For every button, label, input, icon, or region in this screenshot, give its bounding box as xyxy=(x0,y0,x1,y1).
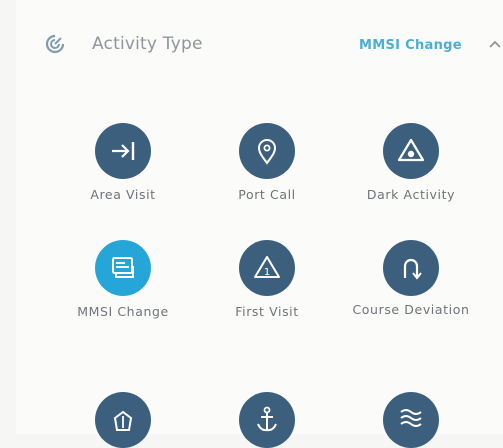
activity-type-header[interactable]: Activity Type MMSI Change xyxy=(16,0,503,95)
eye-triangle-icon xyxy=(397,138,425,162)
svg-text:1: 1 xyxy=(264,267,270,278)
u-turn-icon xyxy=(403,258,422,280)
tile-label: First Visit xyxy=(235,304,299,319)
warning-icon: 1 xyxy=(254,256,280,278)
id-card-icon xyxy=(112,257,134,278)
ship-icon xyxy=(113,410,133,431)
anchor-icon xyxy=(257,406,277,432)
tile-label: Dark Activity xyxy=(366,187,456,202)
tile-label: MMSI Change xyxy=(77,304,169,319)
radar-icon xyxy=(45,34,65,54)
activity-type-title: Activity Type xyxy=(92,34,203,54)
map-pin-icon xyxy=(257,139,277,165)
tile-label: Port Call xyxy=(238,187,296,202)
tile-label: Course Deviation xyxy=(352,302,470,317)
activity-type-panel: Activity Type MMSI Change Area Visit Por… xyxy=(16,0,503,448)
tile-label: Area Visit xyxy=(90,187,156,202)
waves-icon xyxy=(400,409,422,427)
enter-arrow-icon xyxy=(112,142,135,160)
chevron-up-icon[interactable] xyxy=(488,39,502,49)
selected-activity-value: MMSI Change xyxy=(359,38,462,53)
